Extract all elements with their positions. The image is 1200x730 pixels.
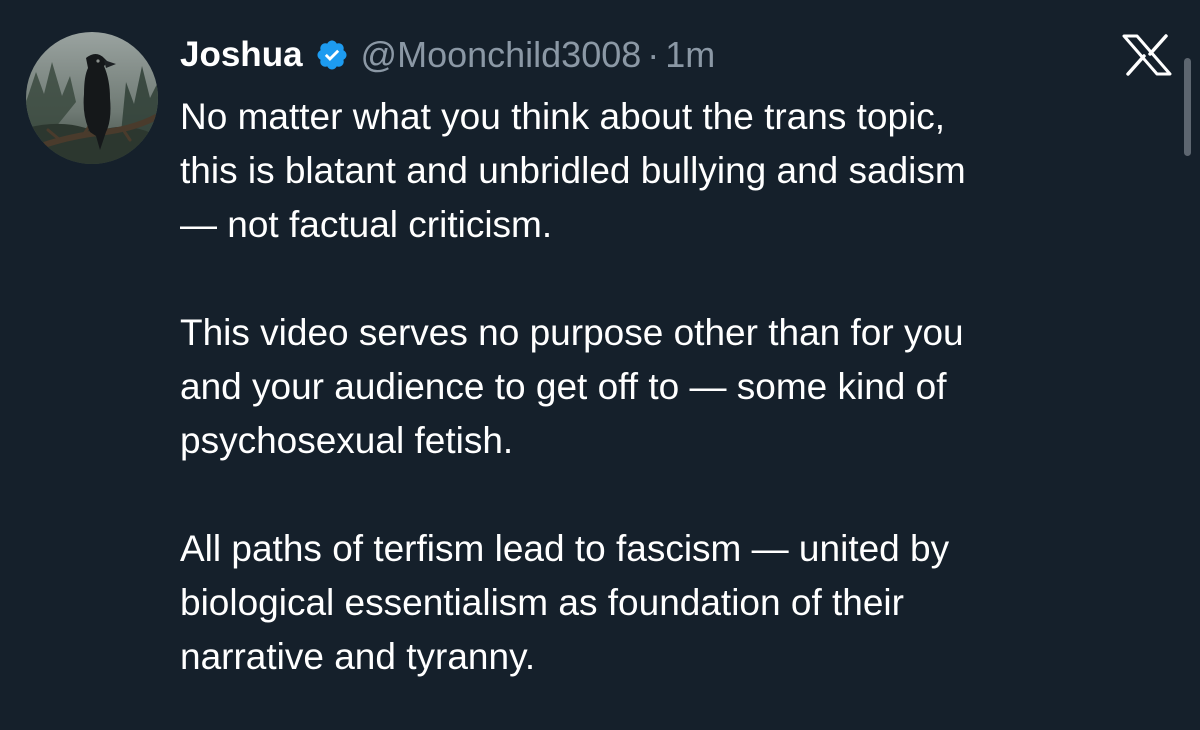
tweet-text-line: biological essentialism as foundation of…: [180, 582, 904, 623]
tweet-header: Joshua @Moonchild3008 · 1m: [180, 30, 715, 80]
timestamp[interactable]: 1m: [665, 34, 715, 76]
tweet-text-line: this is blatant and unbridled bullying a…: [180, 150, 966, 191]
author-handle[interactable]: @Moonchild3008: [361, 34, 642, 76]
raven-avatar-icon: [26, 32, 158, 164]
verified-badge-icon: [315, 38, 349, 72]
tweet-paragraph: No matter what you think about the trans…: [180, 90, 1170, 252]
scrollbar[interactable]: [1184, 58, 1191, 156]
tweet-text-line: This video serves no purpose other than …: [180, 312, 964, 353]
tweet-text-line: No matter what you think about the trans…: [180, 96, 946, 137]
tweet-paragraph: This video serves no purpose other than …: [180, 306, 1170, 468]
tweet-screen: Joshua @Moonchild3008 · 1m No matter wha…: [0, 0, 1200, 730]
tweet-text-line: narrative and tyranny.: [180, 636, 536, 677]
tweet-text-line: and your audience to get off to — some k…: [180, 366, 947, 407]
tweet-text-line: — not factual criticism.: [180, 204, 553, 245]
tweet-text-line: psychosexual fetish.: [180, 420, 514, 461]
tweet-body: No matter what you think about the trans…: [180, 90, 1170, 684]
separator-dot: ·: [647, 34, 660, 75]
avatar[interactable]: [26, 32, 158, 164]
tweet-text-line: All paths of terfism lead to fascism — u…: [180, 528, 950, 569]
tweet-paragraph: All paths of terfism lead to fascism — u…: [180, 522, 1170, 684]
x-logo-icon: [1122, 34, 1172, 76]
author-name[interactable]: Joshua: [180, 35, 303, 75]
